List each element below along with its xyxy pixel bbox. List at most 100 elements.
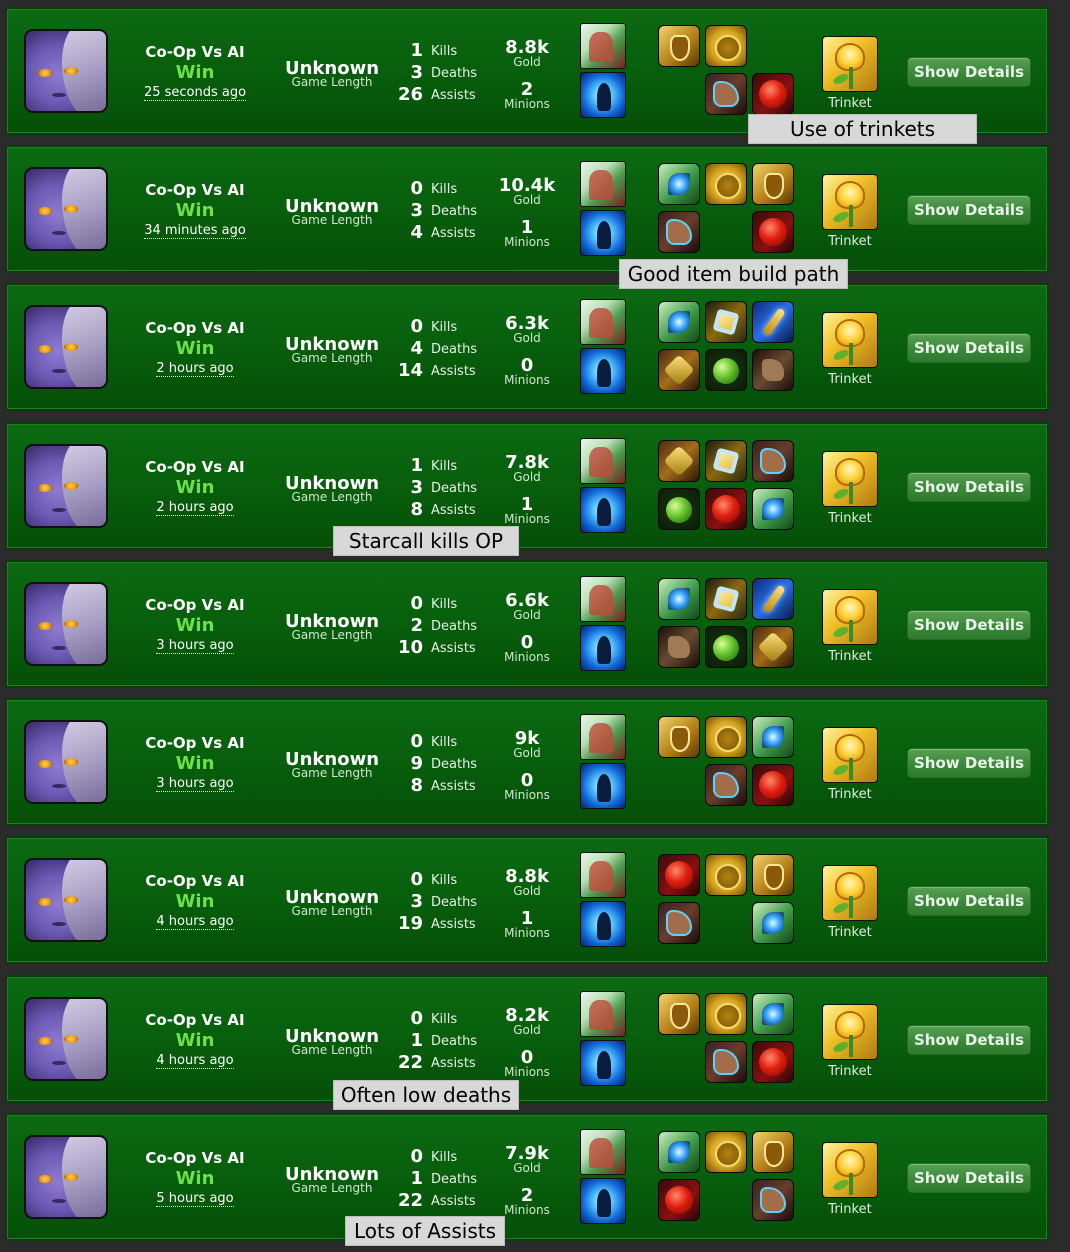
brownboots-item-icon[interactable] bbox=[658, 626, 700, 668]
coin-item-icon[interactable] bbox=[705, 854, 747, 896]
boots-item-icon[interactable] bbox=[705, 1041, 747, 1083]
boots-item-icon[interactable] bbox=[752, 440, 794, 482]
amulet-item-icon[interactable] bbox=[658, 349, 700, 391]
coin-item-icon[interactable] bbox=[705, 163, 747, 205]
show-details-button[interactable]: Show Details bbox=[907, 1025, 1031, 1055]
ruby-item-icon[interactable] bbox=[752, 1041, 794, 1083]
trinket-icon[interactable] bbox=[822, 174, 878, 230]
show-details-button[interactable]: Show Details bbox=[907, 886, 1031, 916]
clarity-spell-icon[interactable] bbox=[580, 1178, 626, 1224]
heal-spell-icon[interactable] bbox=[580, 991, 626, 1037]
amulet-item-icon[interactable] bbox=[658, 440, 700, 482]
shield-item-icon[interactable] bbox=[658, 25, 700, 67]
coin-item-icon[interactable] bbox=[705, 1131, 747, 1173]
trinket-icon[interactable] bbox=[822, 1004, 878, 1060]
trinket-icon[interactable] bbox=[822, 865, 878, 921]
coin-item-icon[interactable] bbox=[705, 993, 747, 1035]
ruby-item-icon[interactable] bbox=[752, 73, 794, 115]
show-details-button[interactable]: Show Details bbox=[907, 472, 1031, 502]
tome-item-icon[interactable] bbox=[705, 578, 747, 620]
assists-label: Assists bbox=[431, 88, 476, 103]
clarity-spell-icon[interactable] bbox=[580, 901, 626, 947]
heal-spell-icon[interactable] bbox=[580, 438, 626, 484]
show-details-button[interactable]: Show Details bbox=[907, 610, 1031, 640]
wand-item-icon[interactable] bbox=[752, 578, 794, 620]
shield-item-icon[interactable] bbox=[752, 1131, 794, 1173]
time-ago-text: 4 hours ago bbox=[156, 1053, 234, 1069]
trinket-icon[interactable] bbox=[822, 451, 878, 507]
champion-eye bbox=[64, 896, 78, 904]
trinket-leaf bbox=[832, 209, 850, 225]
eye-item-icon[interactable] bbox=[752, 488, 794, 530]
shield-item-icon[interactable] bbox=[658, 993, 700, 1035]
tome-item-icon[interactable] bbox=[705, 301, 747, 343]
time-ago-text: 2 hours ago bbox=[156, 361, 234, 377]
champion-eye bbox=[38, 898, 52, 906]
orb-item-icon[interactable] bbox=[705, 626, 747, 668]
heal-spell-icon[interactable] bbox=[580, 576, 626, 622]
show-details-button[interactable]: Show Details bbox=[907, 195, 1031, 225]
trinket-icon[interactable] bbox=[822, 727, 878, 783]
boots-item-icon[interactable] bbox=[658, 211, 700, 253]
wand-item-icon[interactable] bbox=[752, 301, 794, 343]
heal-spell-icon[interactable] bbox=[580, 23, 626, 69]
trinket-icon[interactable] bbox=[822, 36, 878, 92]
clarity-spell-icon[interactable] bbox=[580, 72, 626, 118]
clarity-spell-icon[interactable] bbox=[580, 763, 626, 809]
coin-item-icon[interactable] bbox=[705, 716, 747, 758]
clarity-spell-icon[interactable] bbox=[580, 625, 626, 671]
ruby-item-icon[interactable] bbox=[705, 488, 747, 530]
show-details-button[interactable]: Show Details bbox=[907, 1163, 1031, 1193]
champion-eye bbox=[38, 484, 52, 492]
deaths-value: 4 bbox=[410, 338, 423, 359]
brownboots-item-icon[interactable] bbox=[752, 349, 794, 391]
orb-item-icon[interactable] bbox=[658, 488, 700, 530]
shield-item-icon[interactable] bbox=[752, 163, 794, 205]
eye-item-icon[interactable] bbox=[752, 993, 794, 1035]
orb-item-glyph bbox=[713, 358, 739, 384]
heal-spell-icon[interactable] bbox=[580, 714, 626, 760]
ruby-item-icon[interactable] bbox=[752, 764, 794, 806]
champion-eye bbox=[64, 482, 78, 490]
heal-spell-icon[interactable] bbox=[580, 299, 626, 345]
ruby-item-icon[interactable] bbox=[658, 1179, 700, 1221]
eye-item-icon[interactable] bbox=[752, 716, 794, 758]
heal-figure bbox=[589, 1000, 613, 1030]
eye-item-icon[interactable] bbox=[658, 301, 700, 343]
coin-item-icon[interactable] bbox=[705, 25, 747, 67]
shield-item-icon[interactable] bbox=[752, 854, 794, 896]
trinket-icon[interactable] bbox=[822, 1142, 878, 1198]
orb-item-icon[interactable] bbox=[705, 349, 747, 391]
gold-label: Gold bbox=[513, 193, 541, 207]
ruby-item-icon[interactable] bbox=[658, 854, 700, 896]
time-ago-text: 4 hours ago bbox=[156, 914, 234, 930]
heal-spell-icon[interactable] bbox=[580, 161, 626, 207]
eye-item-icon[interactable] bbox=[658, 1131, 700, 1173]
clarity-spell-icon[interactable] bbox=[580, 348, 626, 394]
ruby-item-icon[interactable] bbox=[752, 211, 794, 253]
show-details-button[interactable]: Show Details bbox=[907, 57, 1031, 87]
boots-item-icon[interactable] bbox=[752, 1179, 794, 1221]
heal-spell-icon[interactable] bbox=[580, 1129, 626, 1175]
trinket-flower bbox=[837, 1151, 863, 1175]
coin-item-glyph bbox=[715, 35, 741, 61]
tome-item-icon[interactable] bbox=[705, 440, 747, 482]
eye-item-icon[interactable] bbox=[658, 578, 700, 620]
trinket-icon[interactable] bbox=[822, 312, 878, 368]
shield-item-icon[interactable] bbox=[658, 716, 700, 758]
trinket-icon[interactable] bbox=[822, 589, 878, 645]
assists-value: 8 bbox=[410, 775, 423, 796]
eye-item-icon[interactable] bbox=[658, 163, 700, 205]
clarity-spell-icon[interactable] bbox=[580, 1040, 626, 1086]
clarity-spell-icon[interactable] bbox=[580, 210, 626, 256]
heal-spell-icon[interactable] bbox=[580, 852, 626, 898]
champion-eye bbox=[64, 620, 78, 628]
clarity-spell-icon[interactable] bbox=[580, 487, 626, 533]
show-details-button[interactable]: Show Details bbox=[907, 748, 1031, 778]
show-details-button[interactable]: Show Details bbox=[907, 333, 1031, 363]
boots-item-icon[interactable] bbox=[705, 73, 747, 115]
amulet-item-icon[interactable] bbox=[752, 626, 794, 668]
eye-item-icon[interactable] bbox=[752, 902, 794, 944]
boots-item-icon[interactable] bbox=[705, 764, 747, 806]
boots-item-icon[interactable] bbox=[658, 902, 700, 944]
